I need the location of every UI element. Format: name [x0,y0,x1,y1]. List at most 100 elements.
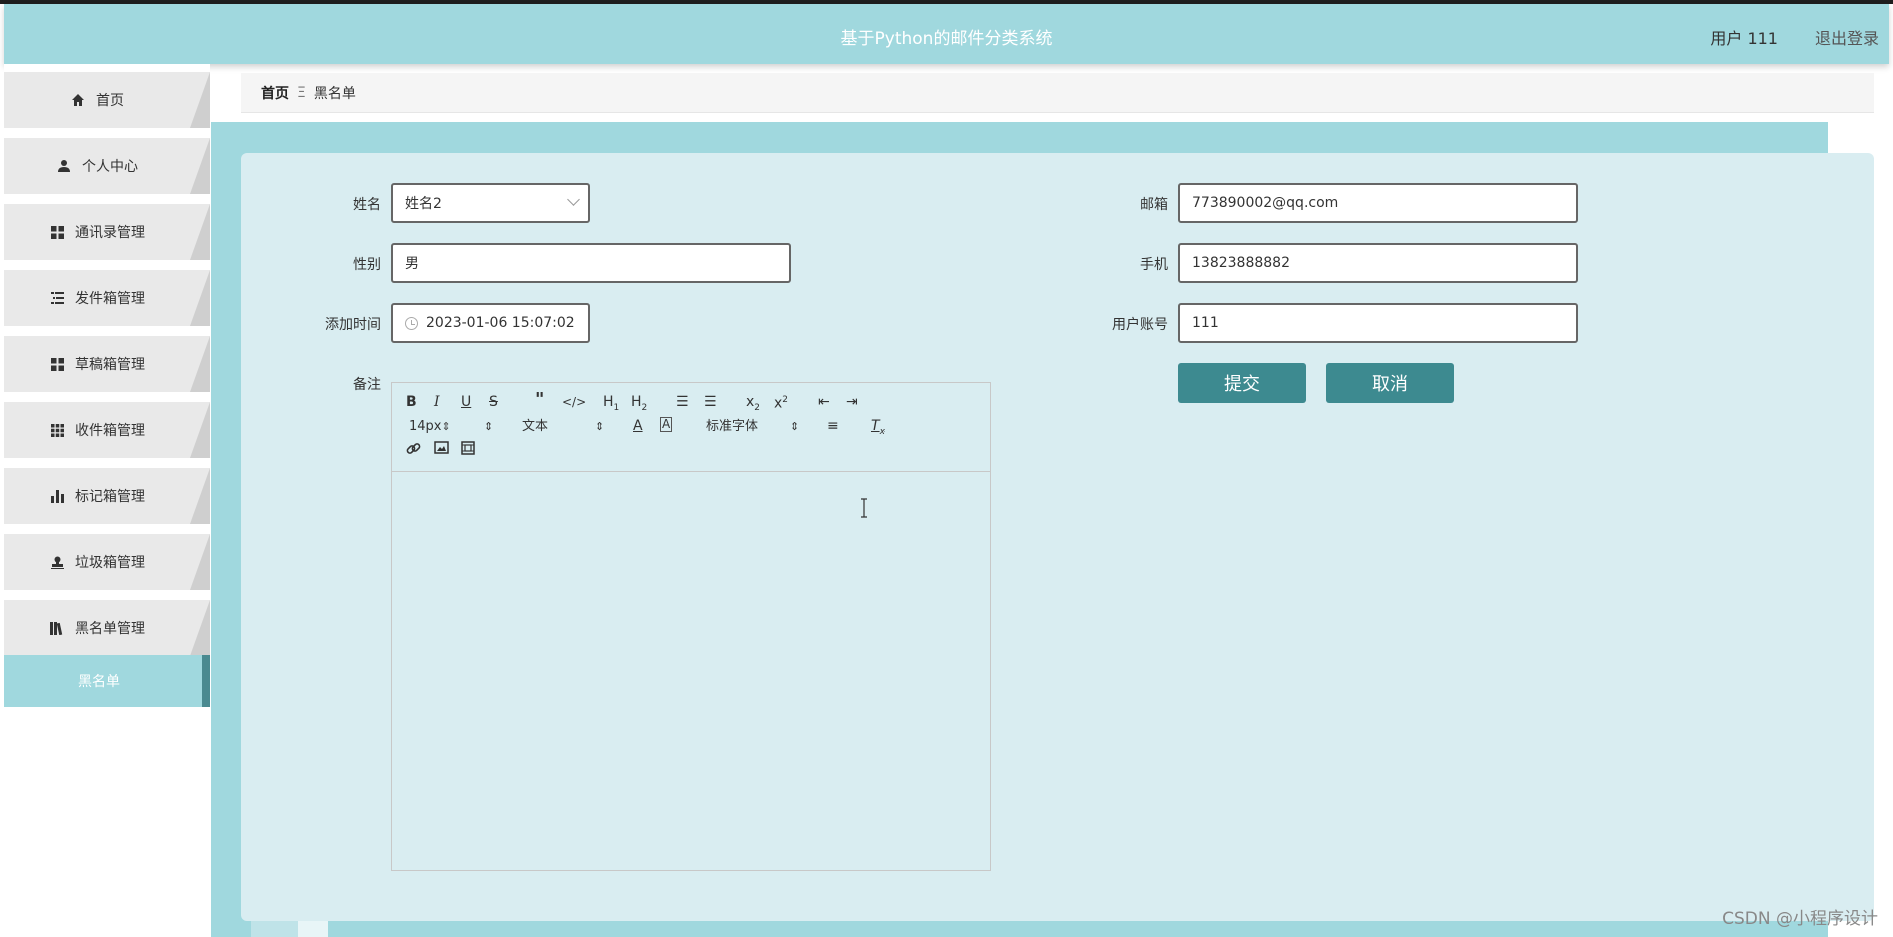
sidebar-item-tab [190,468,210,524]
phone-label: 手机 [1140,257,1168,273]
sidebar-item-label: 通讯录管理 [75,225,145,241]
clear-format-icon[interactable]: Tx [871,417,885,441]
gender-label: 性别 [353,257,381,273]
chevron-updown-icon: ⇕ [484,420,494,433]
submit-button[interactable]: 提交 [1178,363,1306,403]
sidebar-item-label: 个人中心 [82,159,138,175]
name-select-value: 姓名2 [405,196,442,212]
superscript-icon[interactable]: x2 [774,391,788,413]
stamp-icon [49,554,65,570]
content-backdrop-gap [298,920,328,937]
email-field-value: 773890002@qq.com [1192,195,1339,211]
editor-toolbar: B I U S " </> H1 H2 ☰ ☰ x2 x2 ⇤ ⇥ 14px ⇕… [392,383,990,472]
user-icon [56,158,72,174]
app-title: 基于Python的邮件分类系统 [840,29,1053,49]
phone-field[interactable]: 13823888882 [1178,243,1578,283]
sidebar-item-inbox[interactable]: 收件箱管理 [4,402,210,458]
background-color-icon[interactable]: A [660,417,673,432]
block-type-select[interactable]: 文本 [522,418,548,436]
editor-content-area[interactable] [392,473,990,870]
breadcrumb-home[interactable]: 首页 [261,83,289,103]
sidebar-item-tab [190,534,210,590]
breadcrumb: 首页 Ξ 黑名单 [241,73,1874,113]
notes-label: 备注 [353,377,381,393]
sidebar-item-tab [190,600,210,656]
link-icon[interactable] [406,441,421,461]
sidebar-item-trash[interactable]: 垃圾箱管理 [4,534,210,590]
gender-input-value: 男 [405,256,419,272]
account-field-value: 111 [1192,315,1219,331]
bullet-list-icon[interactable]: ☰ [704,393,717,411]
blockquote-icon[interactable]: " [535,391,544,409]
sidebar-item-label: 首页 [96,93,124,109]
subscript-icon[interactable]: x2 [746,393,760,417]
sidebar-item-tab [190,204,210,260]
sidebar-item-drafts[interactable]: 草稿箱管理 [4,336,210,392]
app-header: 基于Python的邮件分类系统 用户 111 退出登录 [4,4,1889,64]
font-family-value: 标准字体 [706,419,759,434]
clock-icon [405,316,418,330]
apps-icon [49,422,65,438]
font-color-icon[interactable]: A [633,417,643,435]
code-block-icon[interactable]: </> [562,393,586,411]
sidebar-item-blacklist[interactable]: 黑名单管理 [4,600,210,656]
logout-link[interactable]: 退出登录 [1815,25,1879,49]
sidebar-subitem-blacklist[interactable]: 黑名单 [4,655,210,707]
sidebar-item-label: 发件箱管理 [75,291,145,307]
current-user-label: 用户 111 [1710,29,1778,48]
align-icon[interactable]: ≡ [827,417,839,435]
block-type-value: 文本 [522,419,549,434]
outdent-icon[interactable]: ⇤ [818,393,830,411]
italic-icon[interactable]: I [434,393,440,411]
heading2-icon[interactable]: H2 [631,393,647,417]
sidebar-item-profile[interactable]: 个人中心 [4,138,210,194]
name-select[interactable]: 姓名2 [391,183,590,223]
gender-input[interactable]: 男 [391,243,791,283]
chevron-updown-icon: ⇕ [595,420,605,433]
account-label: 用户账号 [1112,317,1168,333]
phone-field-value: 13823888882 [1192,255,1290,271]
text-cursor-icon [859,498,869,518]
sidebar: 首页 个人中心 通讯录管理 发件箱管理 草稿箱管理 收件箱管理 标记箱管理 垃圾… [4,64,210,937]
sidebar-item-label: 垃圾箱管理 [75,555,145,571]
chevron-down-icon [567,193,580,206]
sidebar-item-flagged[interactable]: 标记箱管理 [4,468,210,524]
sidebar-item-label: 黑名单管理 [75,621,145,637]
home-icon [70,92,86,108]
sidebar-item-tab [190,270,210,326]
cancel-button[interactable]: 取消 [1326,363,1454,403]
sidebar-item-tab [190,72,210,128]
font-size-value: 14px [409,419,442,434]
bar-chart-icon [49,488,65,504]
bold-icon[interactable]: B [406,393,417,411]
watermark: CSDN @小程序设计 [1722,909,1878,929]
added-time-picker[interactable]: 2023-01-06 15:07:02 [391,303,590,343]
sidebar-item-label: 草稿箱管理 [75,357,145,373]
sidebar-item-outbox[interactable]: 发件箱管理 [4,270,210,326]
ordered-list-icon[interactable]: ☰ [676,393,689,411]
sidebar-item-contacts[interactable]: 通讯录管理 [4,204,210,260]
sidebar-item-label: 标记箱管理 [75,489,145,505]
image-icon[interactable] [434,441,449,459]
font-size-select[interactable]: 14px [409,418,494,436]
chevron-updown-icon: ⇕ [790,420,800,433]
strike-icon[interactable]: S [489,393,498,411]
rich-text-editor: B I U S " </> H1 H2 ☰ ☰ x2 x2 ⇤ ⇥ 14px ⇕… [391,382,991,871]
name-label: 姓名 [353,197,381,213]
book-icon [49,620,65,636]
breadcrumb-separator: Ξ [297,84,306,101]
underline-icon[interactable]: U [461,393,471,411]
heading1-icon[interactable]: H1 [603,393,619,417]
video-icon[interactable] [461,441,475,460]
font-family-select[interactable]: 标准字体 [706,418,758,436]
email-field[interactable]: 773890002@qq.com [1178,183,1578,223]
email-label: 邮箱 [1140,197,1168,213]
sidebar-item-tab [190,336,210,392]
indent-icon[interactable]: ⇥ [846,393,858,411]
added-time-value: 2023-01-06 15:07:02 [426,315,575,331]
breadcrumb-current: 黑名单 [313,85,356,102]
account-field[interactable]: 111 [1178,303,1578,343]
grid-icon [49,224,65,240]
added-time-label: 添加时间 [325,317,381,333]
sidebar-item-home[interactable]: 首页 [4,72,210,128]
